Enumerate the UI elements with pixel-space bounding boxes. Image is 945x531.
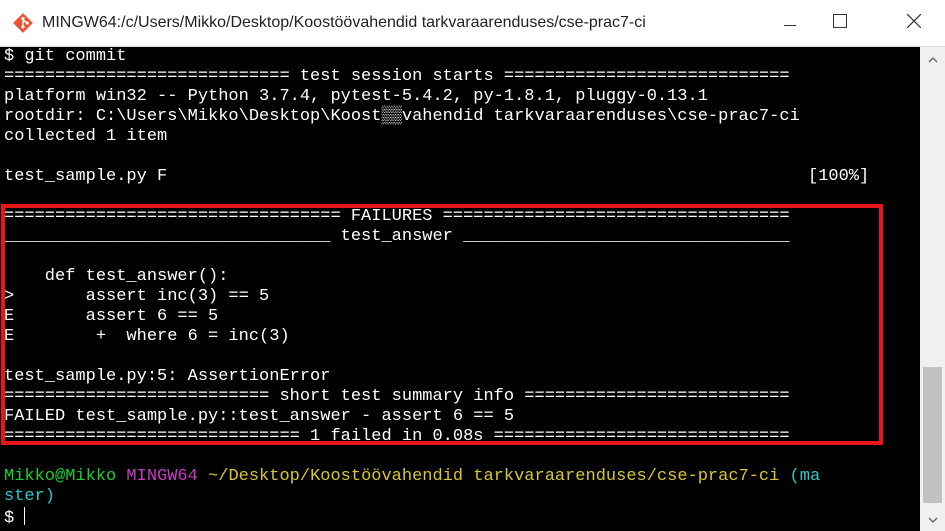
terminal-line: E + where 6 = inc(3) [4,327,290,346]
shell-prompt-wrap: ster) [4,487,55,507]
terminal-output[interactable]: $ git commit ===========================… [0,47,920,531]
terminal-line: collected 1 item [4,127,168,146]
terminal-line: ============================ test sessio… [4,67,790,86]
prompt-mingw: MINGW64 [126,467,198,486]
text-cursor [24,507,36,525]
minimize-icon [784,14,796,32]
terminal-line: ================================= FAILUR… [4,207,790,226]
terminal-line: platform win32 -- Python 3.7.4, pytest-5… [4,87,708,106]
scroll-down-button[interactable] [920,507,945,531]
prompt-branch: (ma [789,467,821,486]
terminal-window: MINGW64:/c/Users/Mikko/Desktop/Koostööva… [0,0,945,531]
terminal-line: E assert 6 == 5 [4,307,219,326]
maximize-icon [833,13,847,33]
terminal-line: > assert inc(3) == 5 [4,287,270,306]
maximize-button[interactable] [817,0,863,46]
chevron-up-icon [928,50,938,68]
git-bash-icon [12,12,34,34]
chevron-down-icon [928,510,938,528]
shell-prompt: Mikko@Mikko MINGW64 ~/Desktop/Koostöövah… [4,467,820,487]
terminal-line: def test_answer(): [4,267,229,286]
close-icon [906,13,922,33]
terminal-line: FAILED test_sample.py::test_answer - ass… [4,407,515,426]
terminal-line: test_sample.py:5: AssertionError [4,367,331,386]
close-button[interactable] [891,0,937,46]
terminal-line: rootdir: C:\Users\Mikko\Desktop\Koost▒▒v… [4,107,800,126]
window-title: MINGW64:/c/Users/Mikko/Desktop/Koostööva… [42,14,646,31]
command-line[interactable]: $ [4,507,36,528]
terminal-line: $ git commit [4,47,127,66]
terminal-line: ============================= 1 failed i… [4,427,790,446]
scroll-up-button[interactable] [920,47,945,71]
terminal-line: ========================== short test su… [4,387,790,406]
prompt-user-host: Mikko@Mikko [4,467,117,486]
prompt-symbol: $ [4,509,15,528]
terminal-line: test_sample.py F [4,167,168,186]
progress-label: [100%] [808,167,870,186]
minimize-button[interactable] [767,0,813,46]
terminal-line: ________________________________ test_an… [4,227,790,246]
title-bar[interactable]: MINGW64:/c/Users/Mikko/Desktop/Koostööva… [0,0,945,47]
scrollbar-thumb[interactable] [923,367,942,503]
prompt-branch-continued: ster) [4,487,56,506]
vertical-scrollbar[interactable] [920,47,945,531]
prompt-path: ~/Desktop/Koostöövahendid tarkvaraarendu… [208,467,780,486]
